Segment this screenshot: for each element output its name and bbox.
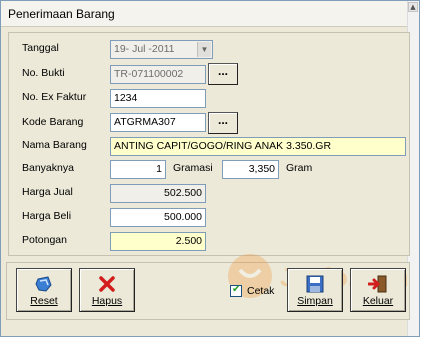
simpan-button[interactable]: Simpan (287, 268, 343, 312)
exit-door-icon (368, 275, 387, 293)
kode-barang-value: ATGRMA307 (114, 116, 176, 128)
nama-barang-label: Nama Barang (22, 139, 87, 151)
keluar-label: Keluar (362, 295, 394, 307)
tanggal-label: Tanggal (22, 42, 59, 54)
no-ex-faktur-label: No. Ex Faktur (22, 91, 87, 103)
tanggal-value: 19- Jul -2011 (114, 43, 175, 55)
reset-icon (35, 276, 52, 292)
gram-unit-label: Gram (286, 162, 313, 174)
gramasi-label: Gramasi (173, 162, 213, 174)
no-bukti-field: TR-071100002 (110, 65, 206, 84)
nama-barang-input[interactable]: ANTING CAPIT/GOGO/RING ANAK 3.350.GR (110, 137, 406, 156)
delete-x-icon (99, 276, 115, 292)
simpan-label: Simpan (297, 295, 333, 307)
scroll-up-icon[interactable]: ▲ (408, 2, 418, 12)
window-title: Penerimaan Barang (8, 7, 115, 21)
hapus-label: Hapus (91, 295, 123, 307)
title-bar: Penerimaan Barang (1, 1, 419, 27)
harga-beli-input[interactable]: 500.000 (110, 208, 206, 227)
harga-jual-label: Harga Jual (22, 186, 73, 198)
reset-button[interactable]: Reset (16, 268, 72, 312)
potongan-label: Potongan (22, 234, 67, 246)
no-ex-faktur-value: 1234 (114, 92, 138, 104)
no-ex-faktur-input[interactable]: 1234 (110, 89, 206, 108)
save-floppy-icon (306, 275, 324, 293)
no-bukti-value: TR-071100002 (114, 68, 184, 80)
kode-barang-input[interactable]: ATGRMA307 (110, 113, 206, 132)
tanggal-date-picker[interactable]: 19- Jul -2011 ▼ (110, 40, 213, 59)
harga-jual-field: 502.500 (110, 184, 206, 203)
kode-barang-lookup-button[interactable]: ... (208, 112, 238, 134)
potongan-input[interactable]: 2.500 (110, 232, 206, 251)
potongan-value: 2.500 (175, 235, 202, 247)
no-bukti-lookup-button[interactable]: ... (208, 63, 238, 85)
harga-beli-label: Harga Beli (22, 210, 72, 222)
gramasi-input[interactable]: 3,350 (222, 160, 279, 179)
banyaknya-value: 1 (156, 163, 162, 175)
keluar-button[interactable]: Keluar (350, 268, 406, 312)
cetak-label: Cetak (247, 285, 275, 297)
nama-barang-value: ANTING CAPIT/GOGO/RING ANAK 3.350.GR (114, 140, 332, 152)
cetak-checkbox[interactable]: ✔ (230, 284, 242, 297)
banyaknya-label: Banyaknya (22, 162, 74, 174)
kode-barang-label: Kode Barang (22, 116, 84, 128)
checkmark-icon: ✔ (232, 284, 241, 295)
reset-label: Reset (30, 295, 58, 307)
gramasi-value: 3,350 (248, 163, 275, 175)
chevron-down-icon[interactable]: ▼ (197, 42, 211, 57)
harga-beli-value: 500.000 (164, 211, 202, 223)
hapus-button[interactable]: Hapus (79, 268, 135, 312)
banyaknya-input[interactable]: 1 (110, 160, 166, 179)
harga-jual-value: 502.500 (164, 187, 202, 199)
no-bukti-label: No. Bukti (22, 67, 65, 79)
